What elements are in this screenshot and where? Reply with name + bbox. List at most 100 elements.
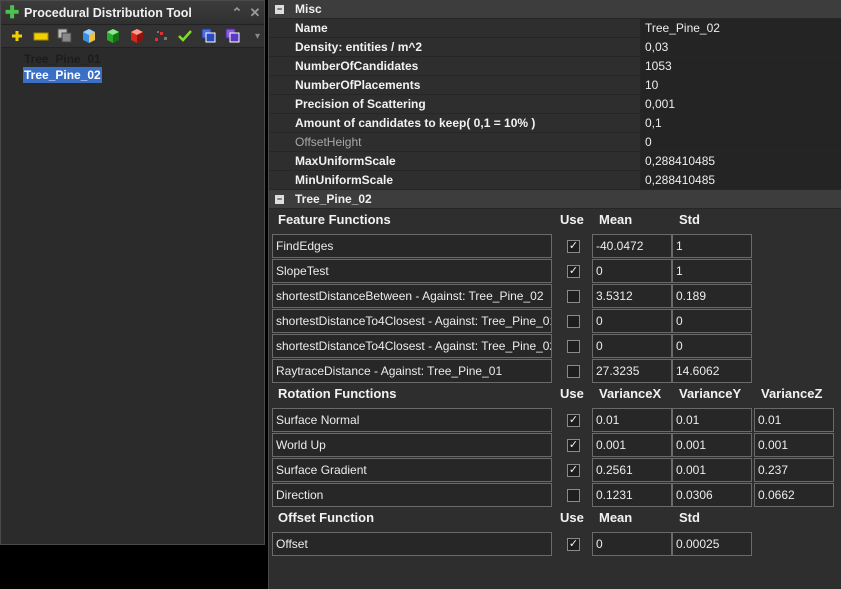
- green-cube-icon[interactable]: [103, 27, 123, 45]
- property-row[interactable]: NumberOfCandidates 1053: [269, 57, 841, 76]
- blue-copy-icon[interactable]: [199, 27, 219, 45]
- variance-z-column-header: VarianceZ: [761, 386, 823, 401]
- property-row[interactable]: OffsetHeight 0: [269, 133, 841, 152]
- property-row[interactable]: NumberOfPlacements 10: [269, 76, 841, 95]
- property-value[interactable]: Tree_Pine_02: [641, 19, 841, 37]
- function-name: FindEdges: [272, 234, 552, 258]
- use-checkbox[interactable]: ✓: [567, 538, 580, 551]
- copy-icon[interactable]: [55, 27, 75, 45]
- use-checkbox[interactable]: ✓: [567, 240, 580, 253]
- plus-icon: ✚: [5, 3, 20, 22]
- property-name: OffsetHeight: [269, 133, 641, 151]
- offset-function-title: Offset Function: [278, 510, 375, 525]
- collapse-icon[interactable]: −: [275, 4, 284, 14]
- feature-functions-title: Feature Functions: [278, 212, 391, 227]
- use-checkbox[interactable]: [567, 290, 580, 303]
- property-name: NumberOfCandidates: [269, 57, 641, 75]
- property-row[interactable]: Name Tree_Pine_02: [269, 19, 841, 38]
- function-name: SlopeTest: [272, 259, 552, 283]
- close-icon[interactable]: ✕: [246, 5, 264, 21]
- rotation-functions-title: Rotation Functions: [278, 386, 397, 401]
- distribution-tree: Tree_Pine_01 Tree_Pine_02: [1, 48, 264, 83]
- use-checkbox[interactable]: [567, 489, 580, 502]
- std-field[interactable]: 0.189: [672, 284, 752, 308]
- use-checkbox[interactable]: ✓: [567, 414, 580, 427]
- variance-z-field[interactable]: 0.001: [754, 433, 834, 457]
- property-row[interactable]: MaxUniformScale 0,288410485: [269, 152, 841, 171]
- property-value[interactable]: 0: [641, 133, 841, 151]
- mean-field[interactable]: 0: [592, 259, 672, 283]
- mean-field[interactable]: 0: [592, 334, 672, 358]
- blue-cube-icon[interactable]: [79, 27, 99, 45]
- use-checkbox[interactable]: ✓: [567, 464, 580, 477]
- property-row[interactable]: Precision of Scattering 0,001: [269, 95, 841, 114]
- function-name: shortestDistanceTo4Closest - Against: Tr…: [272, 309, 552, 333]
- use-checkbox[interactable]: ✓: [567, 265, 580, 278]
- variance-y-field[interactable]: 0.0306: [672, 483, 752, 507]
- add-icon[interactable]: [7, 27, 27, 45]
- property-row[interactable]: MinUniformScale 0,288410485: [269, 171, 841, 190]
- property-row[interactable]: Amount of candidates to keep( 0,1 = 10% …: [269, 114, 841, 133]
- collapse-icon[interactable]: −: [275, 194, 284, 204]
- std-field[interactable]: 0: [672, 334, 752, 358]
- function-name: Surface Normal: [272, 408, 552, 432]
- tree-pine-02-category-title: Tree_Pine_02: [295, 192, 372, 206]
- function-editor: Feature Functions Use Mean Std FindEdges ✓ -40…: [269, 209, 841, 589]
- tool-panel-titlebar: ✚ Procedural Distribution Tool ⌃ ✕: [1, 1, 264, 25]
- property-value[interactable]: 0,1: [641, 114, 841, 132]
- variance-x-field[interactable]: 0.01: [592, 408, 672, 432]
- scatter-icon[interactable]: [151, 27, 171, 45]
- tree-item-selected[interactable]: Tree_Pine_02: [23, 67, 102, 83]
- variance-x-field[interactable]: 0.2561: [592, 458, 672, 482]
- function-name: RaytraceDistance - Against: Tree_Pine_01: [272, 359, 552, 383]
- property-row[interactable]: Density: entities / m^2 0,03: [269, 38, 841, 57]
- property-value[interactable]: 0,288410485: [641, 171, 841, 189]
- variance-x-field[interactable]: 0.1231: [592, 483, 672, 507]
- red-cube-icon[interactable]: [127, 27, 147, 45]
- toolbar-more-icon[interactable]: ▾: [255, 31, 260, 42]
- toolbar: ▾: [1, 25, 264, 48]
- check-icon[interactable]: [175, 27, 195, 45]
- variance-y-field[interactable]: 0.001: [672, 433, 752, 457]
- use-checkbox[interactable]: ✓: [567, 439, 580, 452]
- std-field[interactable]: 1: [672, 234, 752, 258]
- std-field[interactable]: 1: [672, 259, 752, 283]
- property-value[interactable]: 0,03: [641, 38, 841, 56]
- use-column-header: Use: [560, 386, 584, 401]
- minimize-icon[interactable]: ⌃: [228, 5, 246, 21]
- mean-field[interactable]: 0: [592, 532, 672, 556]
- tool-panel: ✚ Procedural Distribution Tool ⌃ ✕ ▾ Tre…: [0, 0, 265, 545]
- tree-item[interactable]: Tree_Pine_01: [23, 51, 102, 67]
- mean-field[interactable]: 27.3235: [592, 359, 672, 383]
- property-grid: − Misc Name Tree_Pine_02 Density: entities…: [268, 0, 841, 589]
- variance-z-field[interactable]: 0.0662: [754, 483, 834, 507]
- std-field[interactable]: 14.6062: [672, 359, 752, 383]
- std-field[interactable]: 0.00025: [672, 532, 752, 556]
- use-checkbox[interactable]: [567, 340, 580, 353]
- std-field[interactable]: 0: [672, 309, 752, 333]
- tree-pine-02-category-header[interactable]: − Tree_Pine_02: [269, 190, 841, 209]
- property-name: Amount of candidates to keep( 0,1 = 10% …: [269, 114, 641, 132]
- use-checkbox[interactable]: [567, 315, 580, 328]
- variance-z-field[interactable]: 0.01: [754, 408, 834, 432]
- purple-copy-icon[interactable]: [223, 27, 243, 45]
- variance-y-column-header: VarianceY: [679, 386, 742, 401]
- property-name: MaxUniformScale: [269, 152, 641, 170]
- mean-field[interactable]: -40.0472: [592, 234, 672, 258]
- std-column-header: Std: [679, 510, 700, 525]
- rectangle-icon[interactable]: [31, 27, 51, 45]
- mean-field[interactable]: 0: [592, 309, 672, 333]
- variance-z-field[interactable]: 0.237: [754, 458, 834, 482]
- misc-category-header[interactable]: − Misc: [269, 0, 841, 19]
- variance-x-field[interactable]: 0.001: [592, 433, 672, 457]
- property-value[interactable]: 0,288410485: [641, 152, 841, 170]
- property-name: NumberOfPlacements: [269, 76, 641, 94]
- property-value[interactable]: 1053: [641, 57, 841, 75]
- use-column-header: Use: [560, 212, 584, 227]
- property-value[interactable]: 10: [641, 76, 841, 94]
- mean-field[interactable]: 3.5312: [592, 284, 672, 308]
- property-value[interactable]: 0,001: [641, 95, 841, 113]
- variance-y-field[interactable]: 0.01: [672, 408, 752, 432]
- use-checkbox[interactable]: [567, 365, 580, 378]
- variance-y-field[interactable]: 0.001: [672, 458, 752, 482]
